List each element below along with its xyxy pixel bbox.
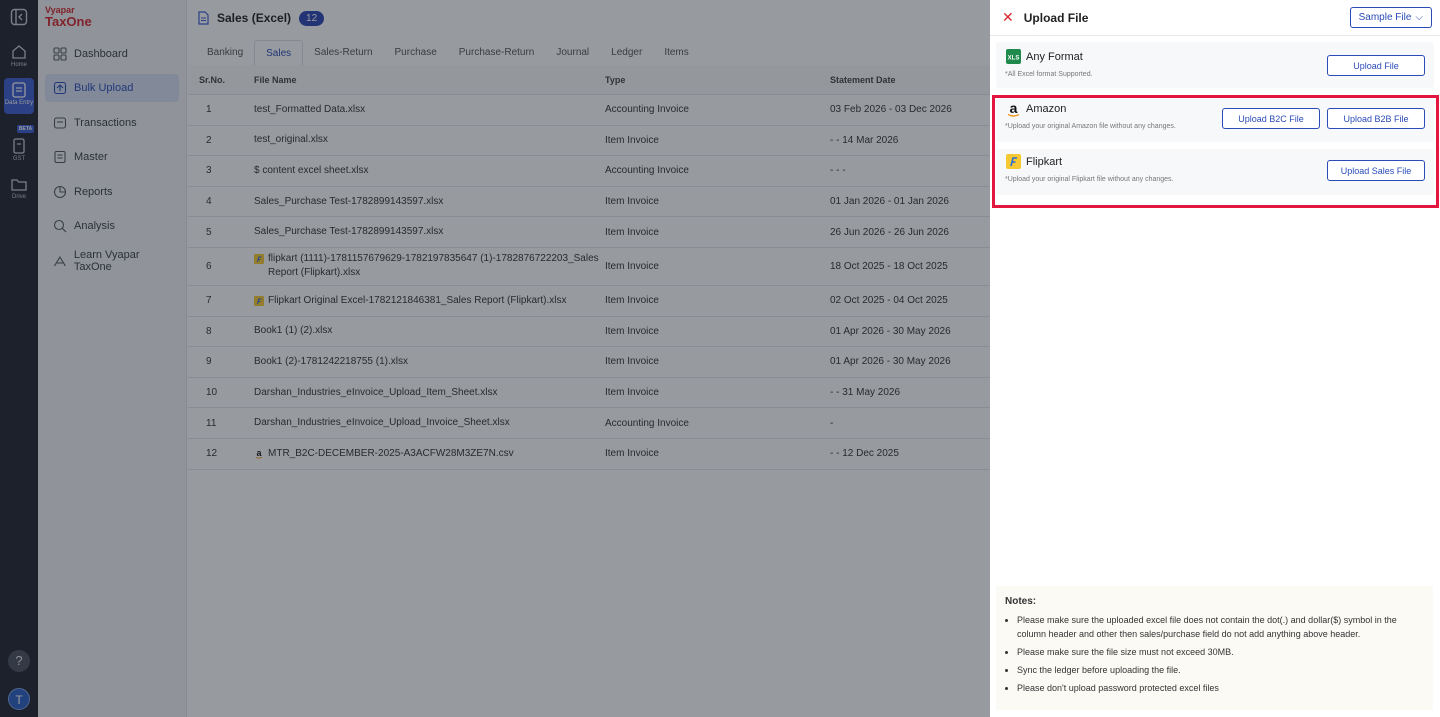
close-icon[interactable]: ✕ [1002, 9, 1014, 26]
any-format-card: XLS Any Format *All Excel format Support… [996, 42, 1434, 88]
notes-section: Notes: Please make sure the uploaded exc… [996, 586, 1433, 710]
amazon-hint: *Upload your original Amazon file withou… [1005, 123, 1176, 130]
panel-title: Upload File [1023, 10, 1089, 25]
upload-b2c-button[interactable]: Upload B2C File [1222, 108, 1320, 129]
flipkart-name: Flipkart [1026, 156, 1063, 168]
chevron-down-icon: ⌵ [1415, 12, 1423, 23]
upload-b2b-button[interactable]: Upload B2B File [1327, 108, 1425, 129]
svg-text:a: a [1010, 101, 1018, 116]
svg-text:XLS: XLS [1008, 56, 1020, 62]
flipkart-hint: *Upload your original Flipkart file with… [1005, 176, 1174, 183]
notes-title: Notes: [1005, 596, 1037, 607]
panel-header: ✕ Upload File Sample File ⌵ [990, 0, 1440, 36]
note-item: Please make sure the uploaded excel file… [1017, 613, 1424, 641]
amazon-card: a Amazon *Upload your original Amazon fi… [996, 98, 1434, 142]
any-format-hint: *All Excel format Supported. [1005, 71, 1093, 78]
modal-backdrop[interactable] [0, 0, 990, 717]
flipkart-logo-icon [1006, 154, 1021, 169]
amazon-name: Amazon [1026, 103, 1067, 115]
amazon-logo-icon: a [1007, 101, 1020, 117]
upload-file-button[interactable]: Upload File [1327, 55, 1425, 76]
note-item: Please make sure the file size must not … [1017, 645, 1424, 659]
sample-file-label: Sample File [1358, 12, 1412, 23]
notes-list: Please make sure the uploaded excel file… [1005, 613, 1424, 695]
flipkart-card: Flipkart *Upload your original Flipkart … [996, 149, 1434, 195]
note-item: Please don't upload password protected e… [1017, 681, 1424, 695]
sample-file-dropdown[interactable]: Sample File ⌵ [1349, 7, 1432, 28]
upload-sales-file-button[interactable]: Upload Sales File [1327, 160, 1425, 181]
note-item: Sync the ledger before uploading the fil… [1017, 663, 1424, 677]
any-format-name: Any Format [1026, 51, 1083, 63]
excel-icon: XLS [1006, 49, 1021, 64]
